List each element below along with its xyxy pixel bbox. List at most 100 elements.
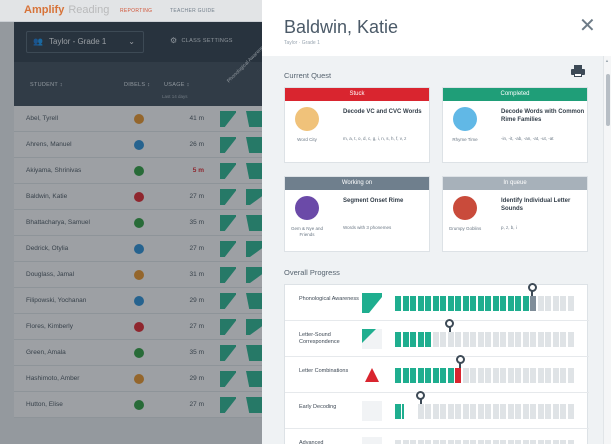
scrollbar-thumb[interactable]: [606, 74, 610, 126]
progress-segment: [455, 332, 461, 347]
progress-segment: [530, 332, 536, 347]
progress-track: [395, 283, 575, 311]
quest-card[interactable]: Stuck Word City Decode VC and CVC Words m, …: [284, 87, 430, 163]
progress-segment: [425, 296, 431, 311]
progress-segment: [530, 440, 536, 444]
progress-segment: [507, 440, 514, 444]
progress-segment: [410, 332, 416, 347]
progress-segment: [432, 368, 439, 383]
progress-segment: [492, 368, 499, 383]
progress-row[interactable]: Letter Combinations: [285, 355, 589, 393]
progress-segment: [567, 368, 574, 383]
quest-title: Decode VC and CVC Words: [343, 109, 422, 115]
progress-segment: [500, 368, 506, 383]
progress-segment: [492, 296, 499, 311]
progress-segment: [522, 404, 529, 419]
progress-marker-icon: [455, 355, 465, 368]
progress-segment: [440, 440, 446, 444]
progress-segment: [470, 296, 476, 311]
progress-segment: [425, 332, 431, 347]
progress-segment: [402, 332, 409, 347]
scrollbar[interactable]: ▲: [603, 56, 611, 444]
progress-segment: [455, 440, 461, 444]
progress-segment: [515, 332, 521, 347]
scroll-up-icon[interactable]: ▲: [605, 58, 609, 63]
progress-segment: [567, 332, 574, 347]
progress-row[interactable]: Phonological Awareness: [285, 283, 589, 321]
progress-segment: [440, 296, 446, 311]
progress-segment: [537, 332, 544, 347]
skill-badge-icon: [362, 293, 382, 313]
progress-segment: [567, 296, 574, 311]
skill-label: Advanced: [299, 440, 324, 444]
progress-segment: [455, 296, 461, 311]
game-name: Grumpy Goblins: [448, 226, 482, 231]
progress-segment: [410, 440, 416, 444]
progress-segment: [492, 404, 499, 419]
progress-segment: [425, 368, 431, 383]
quest-card[interactable]: In queue Grumpy Goblins Identify Individua…: [442, 176, 588, 252]
progress-segment: [402, 296, 409, 311]
progress-segment: [500, 332, 506, 347]
game-icon: [453, 107, 477, 131]
progress-segment: [552, 296, 559, 311]
quest-card[interactable]: Completed Rhyme Time Decode Words with Com…: [442, 87, 588, 163]
progress-segment: [485, 296, 491, 311]
progress-segment: [477, 404, 484, 419]
progress-segment: [500, 296, 506, 311]
close-icon[interactable]: ✕: [579, 16, 596, 36]
skill-badge-icon: [362, 401, 382, 421]
progress-segment: [545, 296, 551, 311]
progress-segment: [470, 440, 476, 444]
print-icon[interactable]: [571, 65, 585, 77]
progress-segment: [522, 332, 529, 347]
progress-segment: [462, 332, 469, 347]
progress-segment: [402, 440, 409, 444]
quest-status: Working on: [285, 177, 429, 190]
game-icon: [453, 196, 477, 220]
progress-segment: [447, 404, 454, 419]
game-name: Rhyme Time: [452, 137, 478, 142]
progress-segment: [485, 332, 491, 347]
progress-segment: [507, 332, 514, 347]
skill-badge-icon: [362, 365, 382, 385]
progress-row[interactable]: Advanced: [285, 429, 589, 444]
progress-segment: [507, 368, 514, 383]
progress-segment: [470, 332, 476, 347]
quest-status: Completed: [443, 88, 587, 101]
progress-segment: [470, 368, 476, 383]
progress-segment: [567, 404, 574, 419]
progress-segment: [398, 404, 401, 419]
progress-segment: [515, 440, 521, 444]
progress-row[interactable]: Letter-Sound Correspondence: [285, 319, 589, 357]
current-quest-title: Current Quest: [284, 71, 332, 80]
quest-card[interactable]: Working on Gem & Nye and Friends Segment O…: [284, 176, 430, 252]
progress-segment: [447, 368, 454, 383]
progress-segment: [395, 368, 401, 383]
progress-segment: [432, 404, 439, 419]
progress-segment: [477, 368, 484, 383]
progress-segment: [515, 368, 521, 383]
progress-segment: [545, 368, 551, 383]
progress-segment: [401, 404, 405, 419]
progress-track: [395, 391, 575, 419]
progress-segment: [507, 404, 514, 419]
skill-badge-icon: [362, 329, 382, 349]
quest-status: Stuck: [285, 88, 429, 101]
progress-marker-icon: [527, 283, 537, 296]
progress-row[interactable]: Early Decoding: [285, 391, 589, 429]
progress-marker-icon: [416, 391, 426, 404]
quest-detail: -in, -it, -ab, -an, -at, -ut, -at: [501, 136, 554, 141]
progress-segment: [552, 368, 559, 383]
skill-badge-icon: [362, 437, 382, 444]
progress-segment: [515, 404, 521, 419]
quest-status: In queue: [443, 177, 587, 190]
modal-overlay[interactable]: [0, 22, 262, 444]
skill-label: Phonological Awareness: [299, 296, 359, 302]
progress-segment: [545, 332, 551, 347]
progress-segment: [417, 296, 424, 311]
progress-segment: [500, 404, 506, 419]
progress-segment: [485, 440, 491, 444]
progress-segment: [395, 296, 401, 311]
progress-segment: [537, 404, 544, 419]
